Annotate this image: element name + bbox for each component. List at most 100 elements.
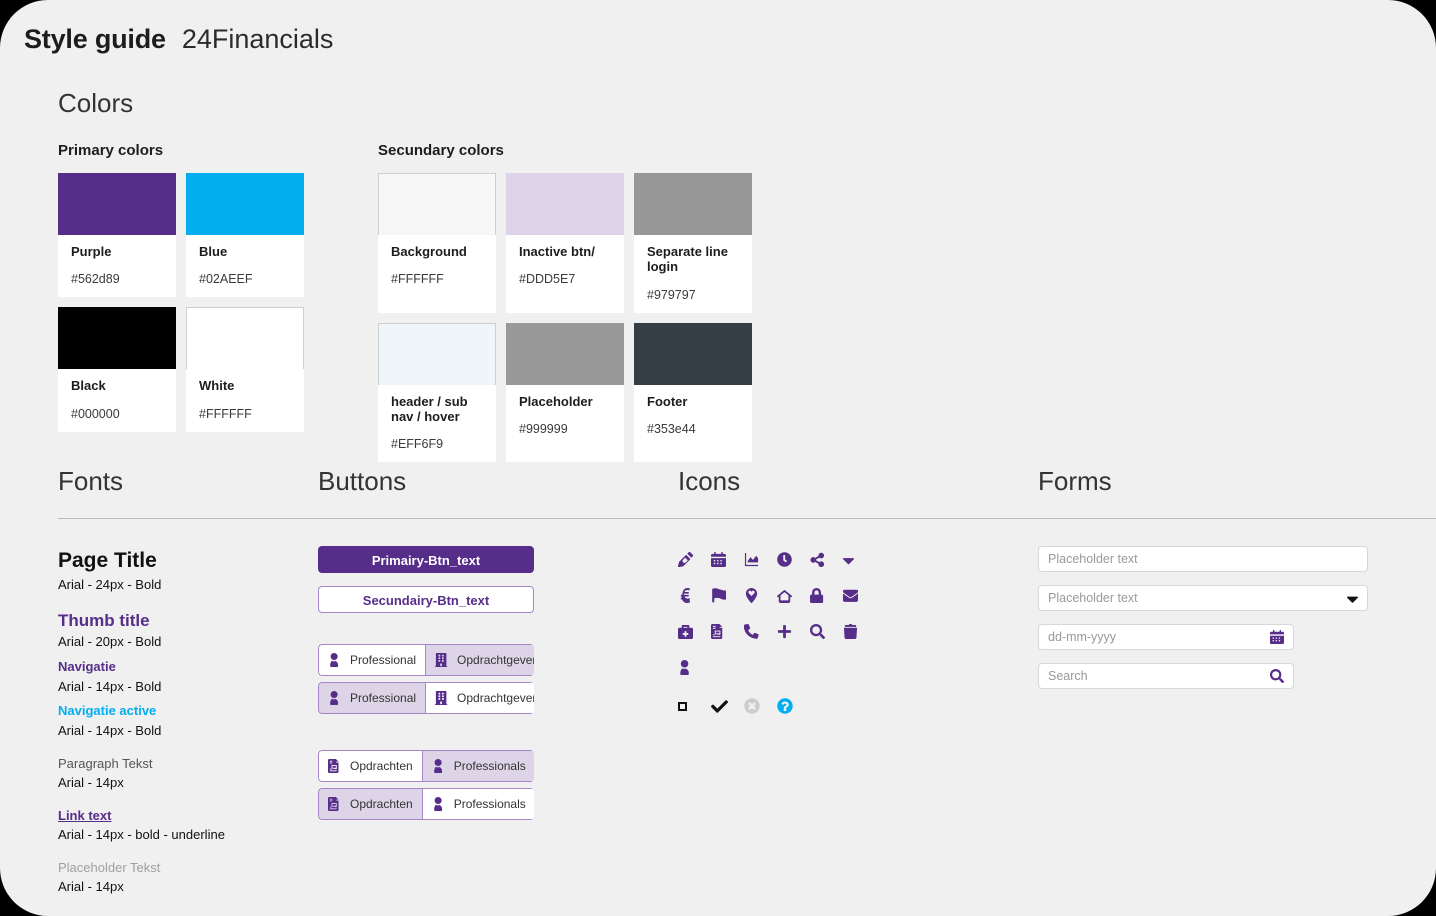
color-name: White — [199, 378, 235, 394]
circle-x-icon[interactable] — [744, 694, 777, 718]
color-swatch: Purple #562d89 — [58, 173, 176, 298]
field-placeholder: Placeholder text — [1048, 591, 1138, 605]
map-pin-heart-icon[interactable] — [744, 582, 777, 608]
toggle-group: Professional Opdrachtgever — [318, 682, 534, 714]
icon-grid-spacer — [744, 654, 777, 680]
color-hex: #562d89 — [71, 272, 120, 287]
euro-icon[interactable] — [678, 582, 711, 608]
page-title: Style guide — [24, 24, 166, 54]
phone-icon[interactable] — [744, 618, 777, 644]
toggle-segment-label: Opdrachten — [350, 759, 413, 773]
flag-icon[interactable] — [711, 582, 744, 608]
field-placeholder: Search — [1048, 669, 1088, 683]
panels-section: Fonts Buttons Icons Forms Page Title Aria… — [0, 466, 1436, 894]
share-icon[interactable] — [810, 546, 843, 572]
checkbox-empty-icon[interactable] — [678, 694, 711, 718]
secondary-button[interactable]: Secundairy-Btn_text — [318, 586, 534, 613]
font-spec: Arial - 14px - bold - underline — [58, 826, 225, 842]
font-sample: Page Title — [58, 549, 157, 572]
search-field[interactable]: Search — [1038, 663, 1294, 689]
primary-colors-title: Primary colors — [58, 142, 164, 159]
secondary-swatch-grid: Background #FFFFFF Inactive btn/ #DDD5E7 Sep… — [378, 173, 752, 463]
select-field[interactable]: Placeholder text — [1038, 585, 1368, 611]
color-chip — [186, 173, 304, 235]
color-hex: #02AEEF — [199, 272, 253, 287]
lock-icon[interactable] — [810, 582, 843, 608]
color-chip — [634, 322, 752, 385]
font-spec: Arial - 14px - Bold — [58, 722, 162, 738]
toggle-segment[interactable]: Opdrachtgever — [425, 682, 534, 714]
check-icon[interactable] — [711, 694, 744, 718]
color-hex: #FFFFFF — [199, 406, 252, 421]
trash-icon[interactable] — [843, 618, 876, 644]
buttons-column: Primairy-Btn_text Secundairy-Btn_text Prof… — [318, 546, 538, 820]
brand-name: 24Financials — [181, 24, 334, 54]
home-icon[interactable] — [777, 582, 810, 608]
user-icon — [432, 797, 446, 811]
color-chip — [378, 173, 496, 235]
color-name: Footer — [647, 393, 688, 409]
toggle-segment[interactable]: Opdrachten — [318, 750, 422, 782]
icons-column — [678, 546, 898, 718]
file-invoice-icon — [328, 759, 342, 773]
date-field[interactable]: dd-mm-yyyy — [1038, 624, 1294, 650]
color-chip — [634, 173, 752, 235]
color-swatch: White #FFFFFF — [186, 307, 304, 432]
icon-grid-spacer — [843, 654, 876, 680]
user-icon — [328, 691, 342, 705]
icon-grid-spacer — [777, 654, 810, 680]
pencil-icon[interactable] — [678, 546, 711, 572]
fonts-heading: Fonts — [58, 466, 124, 496]
toggle-group: Opdrachten Professionals — [318, 788, 534, 820]
briefcase-medical-icon[interactable] — [678, 618, 711, 644]
font-sample: Navigatie — [58, 659, 116, 675]
primary-swatch-grid: Purple #562d89 Blue #02AEEF Black #000000 Whit… — [58, 173, 304, 432]
icon-state-grid — [678, 694, 898, 718]
plus-icon[interactable] — [777, 618, 810, 644]
font-spec: Arial - 24px - Bold — [58, 577, 162, 593]
color-hex: #999999 — [519, 421, 568, 436]
toggle-segment[interactable]: Professional — [318, 644, 426, 676]
font-spec-row: Page Title Arial - 24px - Bold — [58, 548, 308, 594]
primary-button[interactable]: Primairy-Btn_text — [318, 546, 534, 573]
file-invoice-icon[interactable] — [711, 618, 744, 644]
toggle-group: Opdrachten Professionals — [318, 750, 534, 782]
colors-heading: Colors — [58, 88, 134, 118]
envelope-icon[interactable] — [843, 582, 876, 608]
calendar-icon[interactable] — [711, 546, 744, 572]
text-field[interactable]: Placeholder text — [1038, 546, 1368, 572]
page-header: Style guide 24Financials — [24, 24, 333, 55]
icon-grid-spacer — [711, 654, 744, 680]
search-icon[interactable] — [1270, 669, 1284, 683]
building-icon — [435, 691, 449, 705]
toggle-segment[interactable]: Opdrachten — [318, 788, 422, 820]
font-sample: Placeholder Tekst — [58, 859, 161, 875]
font-spec: Arial - 20px - Bold — [58, 634, 162, 650]
field-placeholder: dd-mm-yyyy — [1048, 630, 1117, 644]
field-placeholder: Placeholder text — [1048, 552, 1138, 566]
toggle-segment-label: Professionals — [453, 797, 526, 811]
secondary-colors-group: Secundary colors Background #FFFFFF Inacti… — [378, 142, 752, 463]
area-chart-icon[interactable] — [744, 546, 777, 572]
clock-icon[interactable] — [777, 546, 810, 572]
color-swatch: Blue #02AEEF — [186, 173, 304, 298]
color-name: header / sub nav / hover — [391, 393, 468, 424]
color-hex: #FFFFFF — [391, 272, 444, 287]
color-swatch: Inactive btn/ #DDD5E7 — [506, 173, 624, 313]
panel-headings: Fonts Buttons Icons Forms — [0, 466, 1436, 520]
toggle-segment[interactable]: Professionals — [421, 750, 534, 782]
color-chip — [506, 173, 624, 235]
calendar-icon[interactable] — [1270, 630, 1284, 644]
question-circle-icon[interactable] — [777, 694, 810, 718]
user-icon[interactable] — [678, 654, 711, 680]
search-icon[interactable] — [810, 618, 843, 644]
color-swatch: Separate line login #979797 — [634, 173, 752, 313]
style-guide-page: Style guide 24Financials Colors Primary … — [0, 0, 1436, 916]
toggle-segment[interactable]: Professional — [318, 682, 426, 714]
caret-down-icon[interactable] — [843, 546, 876, 572]
toggle-segment[interactable]: Professionals — [421, 788, 534, 820]
font-spec: Arial - 14px - Bold — [58, 678, 162, 694]
toggle-segment[interactable]: Opdrachtgever — [425, 644, 534, 676]
caret-down-icon[interactable] — [1347, 593, 1358, 604]
color-hex: #353e44 — [647, 421, 696, 436]
